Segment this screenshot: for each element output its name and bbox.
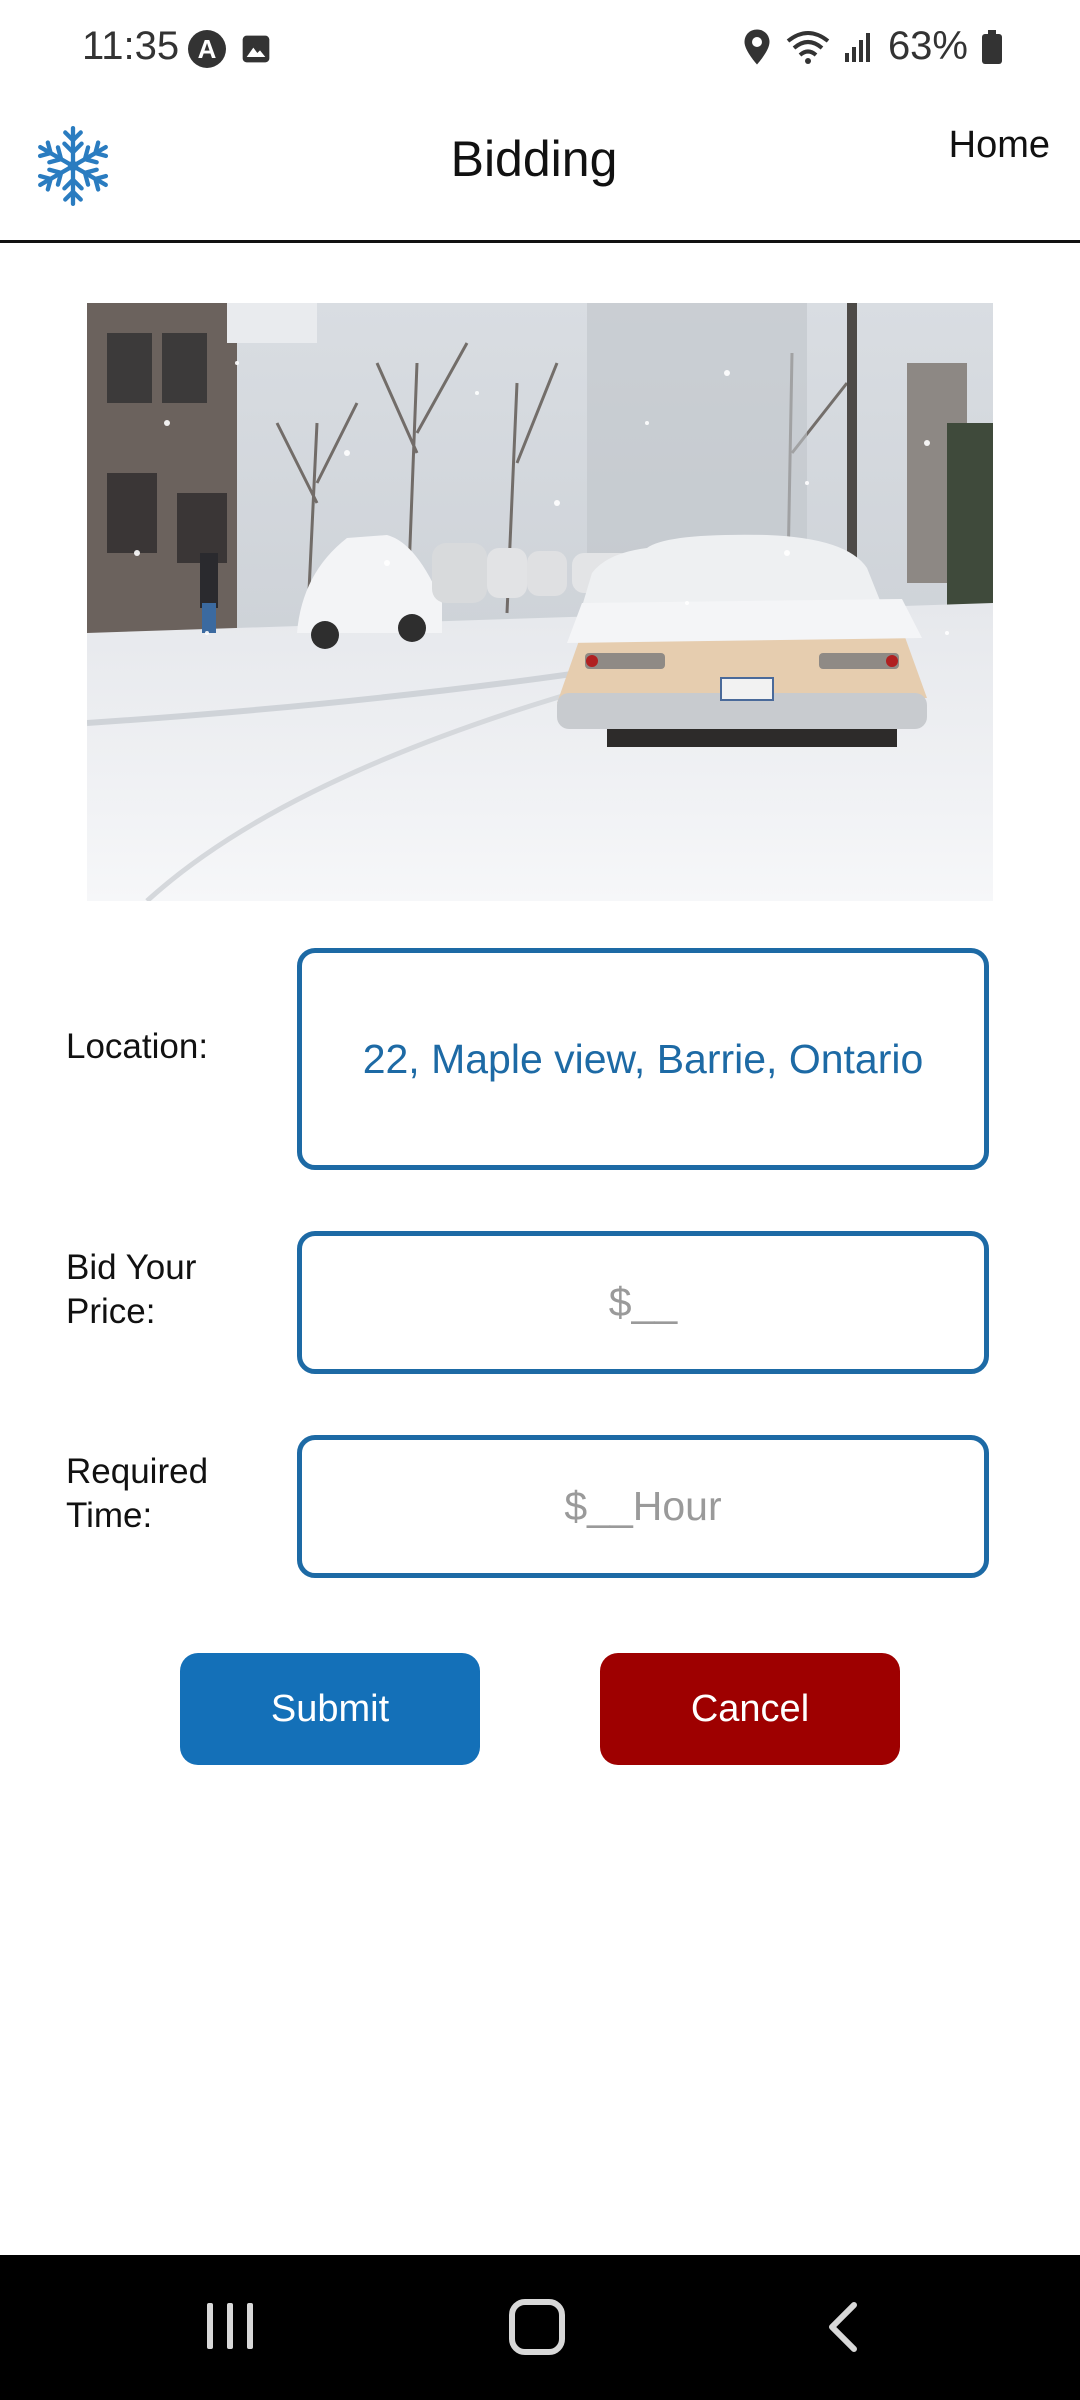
snowy-street-photo [87, 303, 993, 901]
cancel-button[interactable]: Cancel [600, 1653, 900, 1765]
home-nav-icon[interactable] [509, 2299, 565, 2355]
app-header: Bidding Home [0, 100, 1080, 243]
status-bar: 11:35 A 63% [0, 0, 1080, 100]
system-nav-bar [0, 2255, 1080, 2400]
signal-icon [844, 32, 870, 62]
bid-price-field[interactable] [297, 1231, 989, 1374]
status-time: 11:35 [82, 24, 180, 68]
required-time-label: Required Time: [66, 1450, 208, 1538]
bid-price-input[interactable] [302, 1278, 984, 1327]
a-badge-icon: A [188, 30, 226, 68]
bid-price-label-line1: Bid Your [66, 1248, 197, 1287]
status-left-icons: A [188, 30, 272, 68]
battery-icon [982, 29, 1002, 64]
required-time-label-line2: Time: [66, 1496, 153, 1535]
required-time-label-line1: Required [66, 1452, 209, 1491]
required-time-field[interactable] [297, 1435, 989, 1578]
bid-price-label-line2: Price: [66, 1292, 156, 1331]
required-time-input[interactable] [302, 1482, 984, 1531]
home-link[interactable]: Home [949, 124, 1050, 167]
location-field[interactable]: 22, Maple view, Barrie, Ontario [297, 948, 989, 1170]
page-title: Bidding [450, 131, 618, 187]
bid-price-label: Bid Your Price: [66, 1246, 196, 1334]
battery-percent: 63% [887, 24, 968, 68]
image-icon [242, 35, 270, 63]
submit-button[interactable]: Submit [180, 1653, 480, 1765]
location-value: 22, Maple view, Barrie, Ontario [362, 1035, 924, 1082]
recents-icon[interactable] [207, 2303, 253, 2349]
wifi-icon [786, 30, 830, 64]
location-icon [744, 29, 770, 64]
back-icon[interactable] [820, 2299, 870, 2355]
location-label: Location: [66, 1027, 209, 1066]
status-right-icons: 63% [742, 24, 1002, 69]
